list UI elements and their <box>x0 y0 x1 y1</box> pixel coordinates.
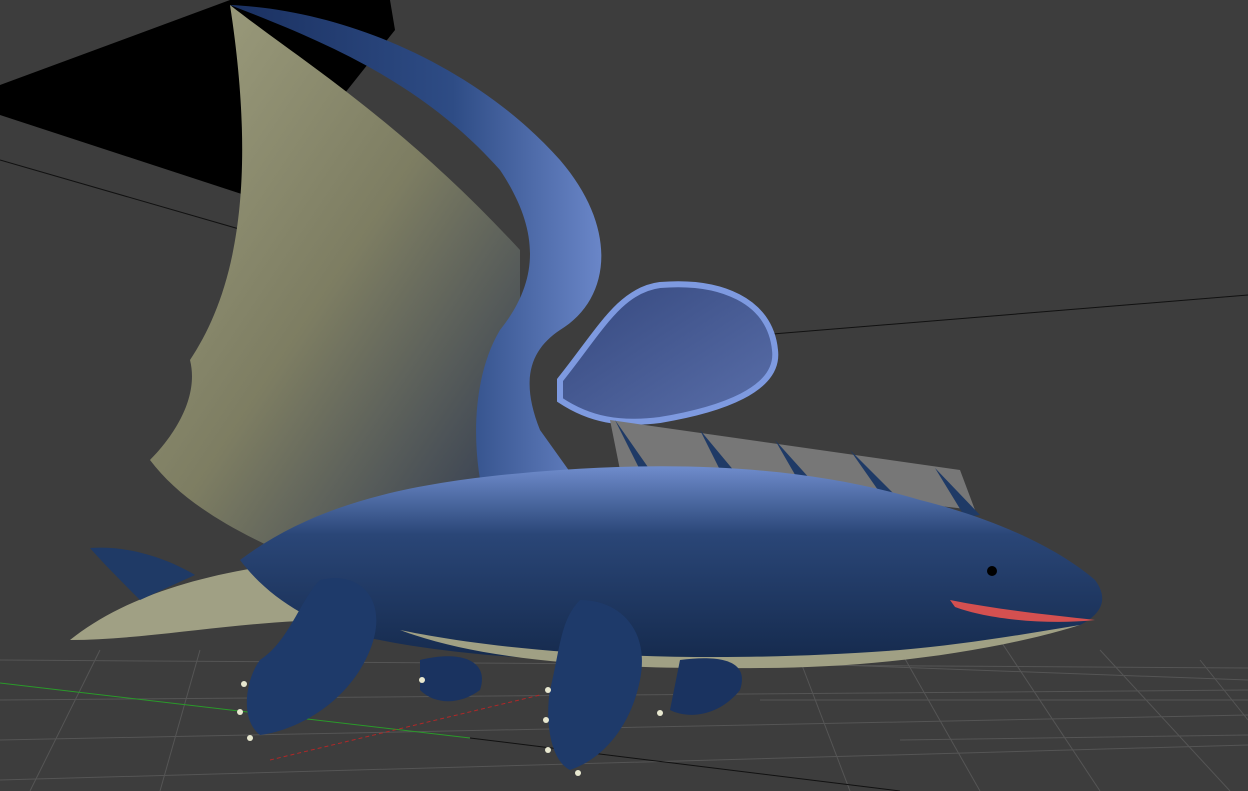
front-leg-far <box>670 658 742 715</box>
axis-z-line-far <box>469 737 901 791</box>
3d-viewport[interactable] <box>0 0 1248 791</box>
hind-leg-far <box>420 656 482 702</box>
viewport-canvas[interactable] <box>0 0 1248 791</box>
eye <box>987 566 997 576</box>
far-wing <box>557 281 779 425</box>
